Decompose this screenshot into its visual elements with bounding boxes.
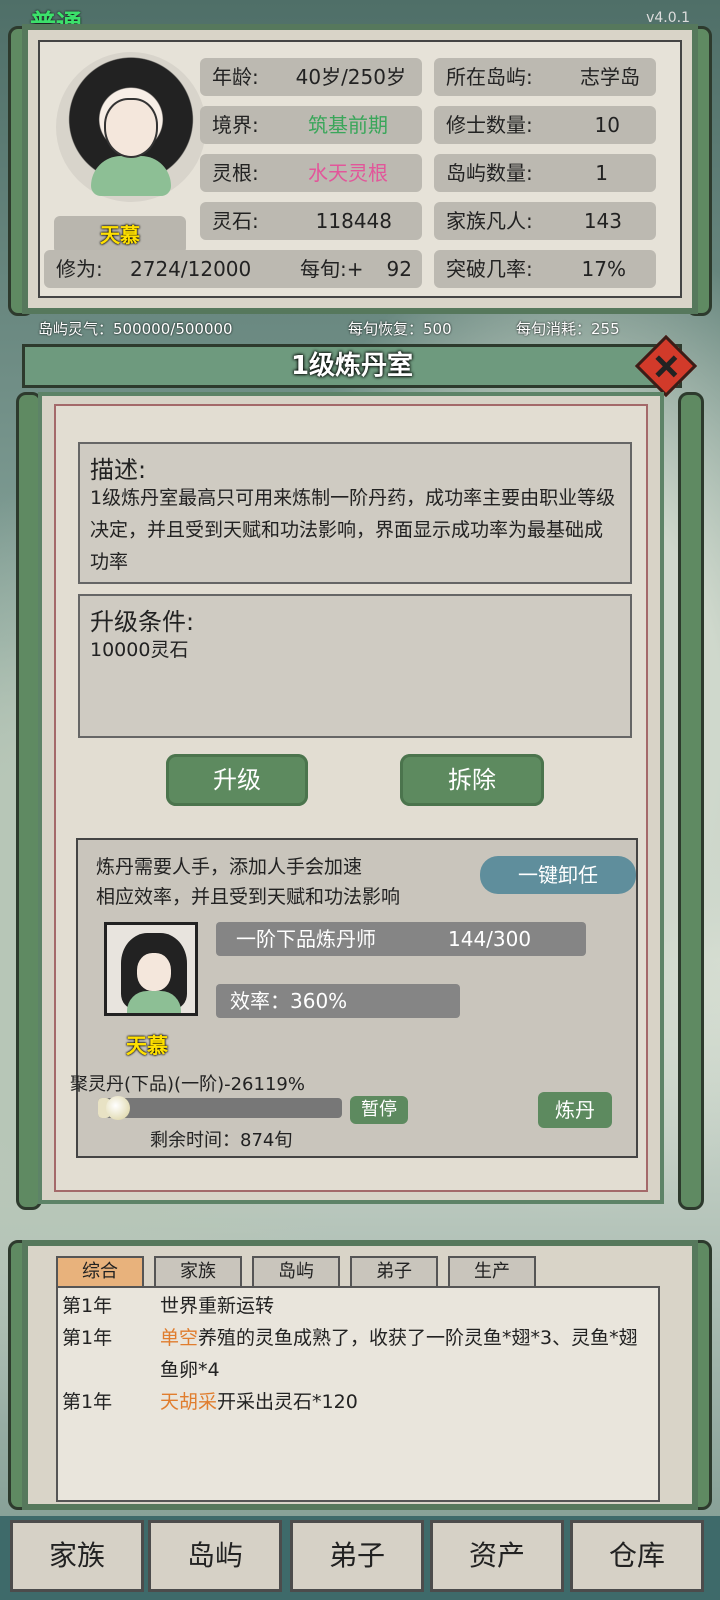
- upgrade-button[interactable]: 升级: [166, 754, 308, 806]
- breakthrough-value: 17%: [581, 257, 626, 281]
- age-label: 年龄:: [212, 65, 259, 89]
- nav-disciples[interactable]: 弟子: [290, 1520, 424, 1592]
- upgrade-text: 10000灵石: [90, 639, 189, 661]
- worker-rank-pill: 一阶下品炼丹师 144/300: [216, 922, 586, 956]
- refine-button[interactable]: 炼丹: [538, 1092, 612, 1128]
- worker-rank: 一阶下品炼丹师: [236, 927, 376, 951]
- log-year: 第1年: [62, 1391, 113, 1413]
- tab-family[interactable]: 家族: [154, 1256, 242, 1286]
- cultivation-label: 修为:: [56, 257, 103, 281]
- stones-label: 灵石:: [212, 209, 259, 233]
- nav-assets[interactable]: 资产: [430, 1520, 564, 1592]
- cultivation-stat: 修为: 2724/12000 每旬:+ 92: [44, 250, 422, 288]
- per-turn-value: 92: [386, 257, 412, 281]
- cultivation-value: 2724/12000: [130, 257, 252, 281]
- bottom-nav: 家族 岛屿 弟子 资产 仓库: [0, 1516, 720, 1600]
- log-year: 第1年: [62, 1327, 113, 1349]
- aura-recover: 每旬恢复：500: [348, 320, 452, 338]
- islands-stat: 岛屿数量: 1: [434, 154, 656, 192]
- root-label: 灵根:: [212, 161, 259, 185]
- worker-efficiency-pill: 效率：360%: [216, 984, 460, 1018]
- aura-consume: 每旬消耗：255: [516, 320, 620, 338]
- tab-island[interactable]: 岛屿: [252, 1256, 340, 1286]
- task-progress-bar: [98, 1096, 342, 1120]
- log-message: 世界重新运转: [160, 1295, 275, 1317]
- worker-info: 炼丹需要人手，添加人手会加速 相应效率，并且受到天赋和功法影响: [96, 852, 400, 912]
- worker-section: 炼丹需要人手，添加人手会加速 相应效率，并且受到天赋和功法影响 一键卸任 一阶下…: [70, 838, 638, 1158]
- aura-bar: 岛屿灵气：500000/500000 每旬恢复：500 每旬消耗：255: [22, 318, 698, 338]
- log-message: 天胡采开采出灵石*120: [160, 1386, 654, 1418]
- realm-value: 筑基前期: [308, 113, 388, 137]
- tab-production[interactable]: 生产: [448, 1256, 536, 1286]
- cultivators-stat: 修士数量: 10: [434, 106, 656, 144]
- island-label: 所在岛屿:: [446, 65, 533, 89]
- log-list[interactable]: 第1年 世界重新运转 第1年 单空养殖的灵鱼成熟了，收获了一阶灵鱼*翅*3、灵鱼…: [56, 1286, 660, 1502]
- tab-disciples[interactable]: 弟子: [350, 1256, 438, 1286]
- log-text: 开采出灵石*120: [217, 1391, 358, 1413]
- worker-info-line1: 炼丹需要人手，添加人手会加速: [96, 856, 363, 878]
- age-stat: 年龄: 40岁/250岁: [200, 58, 422, 96]
- tab-general[interactable]: 综合: [56, 1256, 144, 1286]
- realm-stat: 境界: 筑基前期: [200, 106, 422, 144]
- root-value: 水天灵根: [308, 161, 388, 185]
- log-message: 单空养殖的灵鱼成熟了，收获了一阶灵鱼*翅*3、灵鱼*翅鱼卵*4: [160, 1322, 654, 1386]
- upgrade-box: 升级条件: 10000灵石: [78, 594, 632, 738]
- pause-button[interactable]: 暂停: [350, 1096, 408, 1124]
- realm-label: 境界:: [212, 113, 259, 137]
- nav-family[interactable]: 家族: [10, 1520, 144, 1592]
- dialog-rod-right: [678, 392, 704, 1210]
- root-stat: 灵根: 水天灵根: [200, 154, 422, 192]
- log-text: 养殖的灵鱼成熟了，收获了一阶灵鱼*翅*3、灵鱼*翅鱼卵*4: [160, 1327, 638, 1381]
- age-value: 40岁/250岁: [295, 65, 406, 89]
- character-portrait[interactable]: [56, 52, 206, 202]
- description-box: 描述: 1级炼丹室最高只可用来炼制一阶丹药，成功率主要由职业等级决定，并且受到天…: [78, 442, 632, 584]
- log-panel: 综合 家族 岛屿 弟子 生产 第1年 世界重新运转 第1年 单空养殖的灵鱼成熟了…: [22, 1240, 698, 1510]
- mortals-label: 家族凡人:: [446, 209, 533, 233]
- upgrade-title: 升级条件:: [90, 608, 195, 636]
- log-actor[interactable]: 天胡采: [160, 1391, 217, 1413]
- dialog-title: 1级炼丹室: [22, 344, 682, 388]
- description-text: 1级炼丹室最高只可用来炼制一阶丹药，成功率主要由职业等级决定，并且受到天赋和功法…: [90, 487, 616, 573]
- character-panel: 天慕 年龄: 40岁/250岁 境界: 筑基前期 灵根: 水天灵根 灵石: 11…: [22, 24, 698, 314]
- alchemy-room-dialog: 描述: 1级炼丹室最高只可用来炼制一阶丹药，成功率主要由职业等级决定，并且受到天…: [38, 392, 664, 1204]
- cultivators-value: 10: [594, 113, 620, 137]
- worker-efficiency: 效率：360%: [230, 989, 348, 1013]
- worker-exp: 144/300: [448, 927, 532, 951]
- per-turn-label: 每旬:+: [300, 257, 364, 281]
- mortals-value: 143: [583, 209, 622, 233]
- task-label: 聚灵丹(下品)(一阶)-26119%: [70, 1074, 305, 1095]
- dismiss-all-button[interactable]: 一键卸任: [480, 856, 636, 894]
- description-title: 描述:: [90, 456, 147, 484]
- log-year: 第1年: [62, 1295, 113, 1317]
- stones-stat: 灵石: 118448: [200, 202, 422, 240]
- remaining-time: 剩余时间：874旬: [150, 1130, 293, 1151]
- islands-value: 1: [595, 161, 608, 185]
- task-progress-knob: [106, 1096, 131, 1120]
- island-aura: 岛屿灵气：500000/500000: [38, 320, 233, 338]
- cultivators-label: 修士数量:: [446, 113, 533, 137]
- island-value: 志学岛: [580, 65, 640, 89]
- demolish-button[interactable]: 拆除: [400, 754, 544, 806]
- stones-value: 118448: [315, 209, 392, 233]
- mortals-stat: 家族凡人: 143: [434, 202, 656, 240]
- worker-name: 天慕: [126, 1034, 168, 1058]
- breakthrough-stat: 突破几率: 17%: [434, 250, 656, 288]
- log-actor[interactable]: 单空: [160, 1327, 198, 1349]
- character-name[interactable]: 天慕: [54, 216, 186, 254]
- worker-avatar[interactable]: [104, 922, 198, 1016]
- islands-label: 岛屿数量:: [446, 161, 533, 185]
- breakthrough-label: 突破几率:: [446, 257, 533, 281]
- nav-island[interactable]: 岛屿: [148, 1520, 282, 1592]
- island-stat: 所在岛屿: 志学岛: [434, 58, 656, 96]
- worker-info-line2: 相应效率，并且受到天赋和功法影响: [96, 886, 401, 908]
- nav-warehouse[interactable]: 仓库: [570, 1520, 704, 1592]
